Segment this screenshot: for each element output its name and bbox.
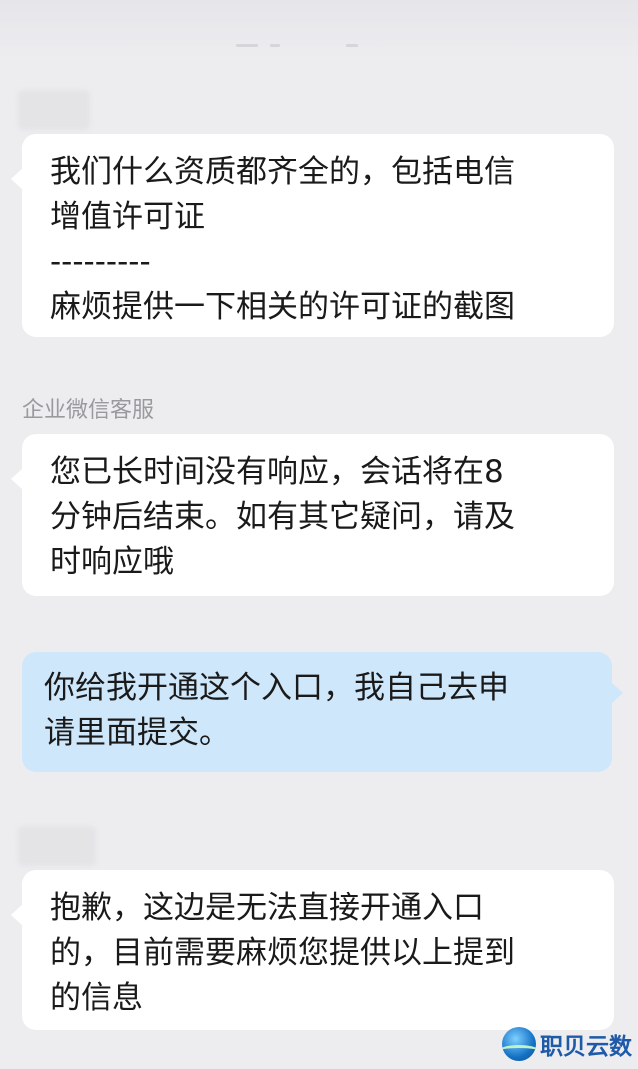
redacted-sender-name	[18, 826, 96, 866]
globe-logo-icon	[502, 1027, 536, 1061]
message-text-line: 时响应哦	[50, 544, 174, 580]
top-fade	[0, 0, 638, 60]
redacted-sender-name	[18, 90, 90, 130]
message-text-line: 的，目前需要麻烦您提供以上提到	[50, 935, 515, 971]
message-bubble-incoming[interactable]: 抱歉，这边是无法直接开通入口 的，目前需要麻烦您提供以上提到 的信息	[11, 870, 614, 1030]
message-text-line: ---------	[50, 244, 151, 280]
message-text-line: 麻烦提供一下相关的许可证的截图	[50, 289, 515, 325]
message-text-line: 请里面提交。	[44, 715, 230, 751]
message-text-line: 分钟后结束。如有其它疑问，请及	[50, 499, 515, 535]
message-bubble-outgoing[interactable]: 你给我开通这个入口，我自己去申 请里面提交。	[22, 652, 623, 772]
message-text-line: 增值许可证	[50, 199, 205, 235]
message-text-line: 我们什么资质都齐全的，包括电信	[50, 154, 515, 190]
message-bubble-incoming[interactable]: 您已长时间没有响应，会话将在8 分钟后结束。如有其它疑问，请及 时响应哦	[11, 434, 614, 596]
message-text-line: 抱歉，这边是无法直接开通入口	[50, 890, 484, 926]
watermark: 职贝云数	[502, 1027, 632, 1061]
message-text-line: 您已长时间没有响应，会话将在8	[50, 454, 504, 490]
watermark-text: 职贝云数	[540, 1034, 632, 1060]
message-text-line: 的信息	[50, 980, 143, 1016]
top-blur-artifact	[236, 44, 366, 50]
message-bubble-incoming[interactable]: 我们什么资质都齐全的，包括电信 增值许可证 --------- 麻烦提供一下相关…	[11, 134, 614, 337]
message-text-line: 你给我开通这个入口，我自己去申	[44, 670, 509, 706]
sender-name: 企业微信客服	[22, 398, 155, 423]
